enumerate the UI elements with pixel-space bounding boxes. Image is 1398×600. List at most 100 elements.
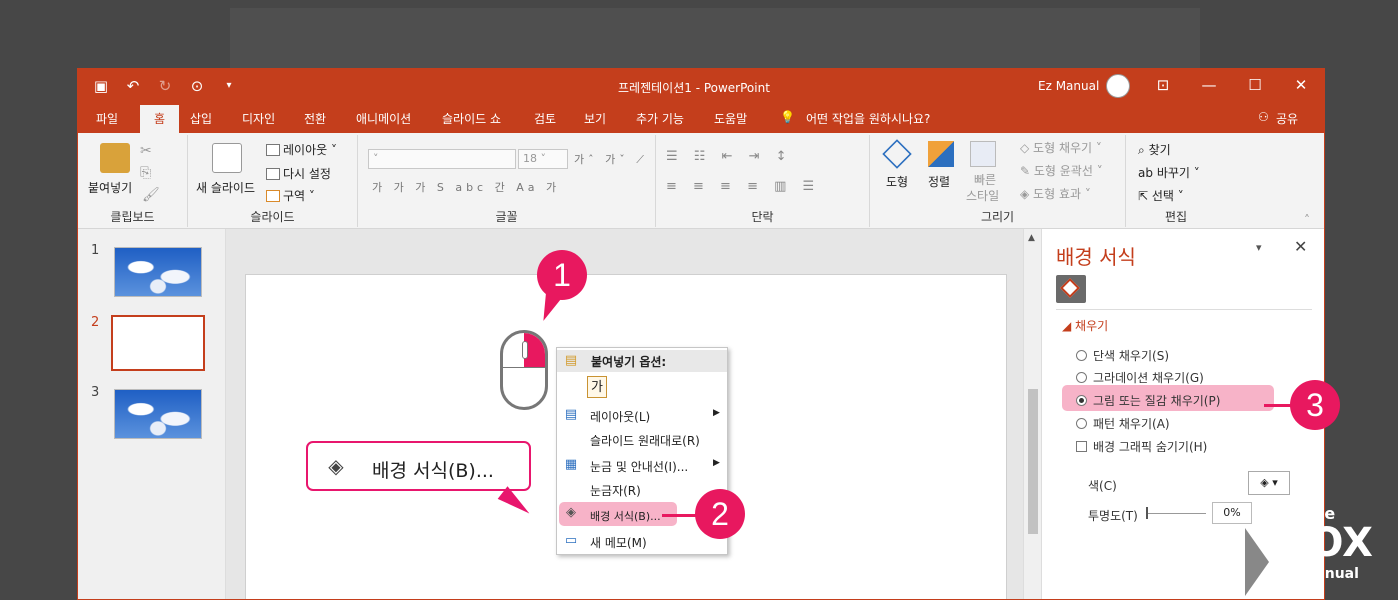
transparency-label: 투명도(T) — [1088, 509, 1138, 523]
radio-button[interactable] — [1076, 350, 1087, 361]
solid-fill-option[interactable]: 단색 채우기(S) — [1076, 347, 1169, 364]
shapes-button[interactable]: 도형 — [886, 173, 908, 190]
layout-button[interactable]: 레이아웃 ˅ — [266, 141, 337, 158]
reset-button[interactable]: 다시 설정 — [266, 165, 331, 182]
alignment-buttons[interactable]: ≡ ≡ ≡ ≡ ▥ ☰ — [666, 179, 820, 194]
radio-button-selected[interactable] — [1076, 395, 1087, 406]
checkbox[interactable] — [1076, 441, 1087, 452]
minimize-icon[interactable]: — — [1186, 69, 1232, 103]
scrollbar-thumb[interactable] — [1028, 389, 1038, 534]
arrange-icon[interactable] — [928, 141, 954, 167]
sky-image — [115, 248, 201, 296]
menu-item-format-background[interactable]: 배경 서식(B)... — [590, 508, 661, 524]
redo-icon[interactable]: ↻ — [156, 77, 174, 95]
tell-me-search[interactable]: 어떤 작업을 원하시나요? — [806, 110, 930, 127]
replace-button[interactable]: ab 바꾸기 ˅ — [1138, 164, 1200, 181]
section-button[interactable]: 구역 ˅ — [266, 187, 315, 204]
share-icon[interactable]: ⚇ — [1258, 110, 1269, 124]
customize-qat-icon[interactable]: ▾ — [220, 77, 238, 95]
font-size-combo[interactable]: 18 ˅ — [518, 149, 568, 169]
shape-fill-button[interactable]: ◇ 도형 채우기 ˅ — [1020, 139, 1102, 156]
pattern-fill-option[interactable]: 패턴 채우기(A) — [1076, 415, 1170, 432]
scroll-up-icon[interactable]: ▲ — [1028, 233, 1035, 243]
list-buttons[interactable]: ☰ ☷ ⇤ ⇥ ↕ — [666, 149, 793, 164]
slideshow-from-start-icon[interactable]: ⊙ — [188, 77, 206, 95]
select-button[interactable]: ⇱ 선택 ˅ — [1138, 187, 1184, 204]
collapse-ribbon-icon[interactable]: ˄ — [1304, 213, 1310, 227]
tab-view[interactable]: 보기 — [584, 110, 606, 127]
gradient-fill-option[interactable]: 그라데이션 채우기(G) — [1076, 369, 1204, 386]
user-name[interactable]: Ez Manual — [1038, 79, 1099, 93]
vertical-scrollbar[interactable]: ▲ — [1023, 229, 1041, 599]
pane-close-icon[interactable]: ✕ — [1294, 237, 1307, 256]
shapes-icon[interactable] — [882, 139, 912, 169]
undo-icon[interactable]: ↶ — [124, 77, 142, 95]
menu-item-reset-slide[interactable]: 슬라이드 원래대로(R) — [590, 432, 700, 449]
transparency-slider-handle[interactable] — [1146, 507, 1148, 519]
arrange-button[interactable]: 정렬 — [928, 173, 950, 190]
new-slide-icon[interactable] — [212, 143, 242, 173]
ribbon-tabs: 파일 홈 삽입 디자인 전환 애니메이션 슬라이드 쇼 검토 보기 추가 기능 … — [78, 103, 1324, 133]
tab-slideshow[interactable]: 슬라이드 쇼 — [442, 110, 501, 127]
shape-effects-button[interactable]: ◈ 도형 효과 ˅ — [1020, 185, 1091, 202]
maximize-icon[interactable]: ☐ — [1232, 69, 1278, 103]
tab-transitions[interactable]: 전환 — [304, 110, 326, 127]
close-icon[interactable]: ✕ — [1278, 69, 1324, 103]
tab-review[interactable]: 검토 — [534, 110, 556, 127]
format-background-callout: ◈ 배경 서식(B)... — [306, 441, 531, 491]
shape-outline-button[interactable]: ✎ 도형 윤곽선 ˅ — [1020, 162, 1103, 179]
menu-item-layout[interactable]: 레이아웃(L) — [590, 408, 650, 425]
new-slide-button[interactable]: 새 슬라이드 — [196, 179, 255, 196]
layout-icon: ▤ — [564, 407, 578, 422]
thumbnail-slide-2[interactable] — [111, 315, 205, 371]
shape-fill-label: 도형 채우기 — [1033, 141, 1093, 155]
pane-options-icon[interactable]: ▾ — [1256, 241, 1262, 254]
tab-insert[interactable]: 삽입 — [190, 110, 212, 127]
hide-background-graphics-option[interactable]: 배경 그래픽 숨기기(H) — [1076, 438, 1207, 455]
font-name-combo[interactable]: ˅ — [368, 149, 516, 169]
step-badge-3: 3 — [1290, 380, 1340, 430]
thumbnail-slide-1[interactable] — [114, 247, 202, 297]
tab-help[interactable]: 도움말 — [714, 110, 747, 127]
thumbnail-slide-3[interactable] — [114, 389, 202, 439]
tab-animations[interactable]: 애니메이션 — [356, 110, 411, 127]
font-format-buttons[interactable]: 가 가 가 S abc 간 Aa 가 — [372, 179, 560, 195]
radio-button[interactable] — [1076, 372, 1087, 383]
quick-styles-icon[interactable] — [970, 141, 996, 167]
share-button[interactable]: 공유 — [1276, 110, 1298, 127]
ribbon-display-options-icon[interactable]: ⊡ — [1140, 69, 1186, 103]
logo-line2: BOX — [1279, 520, 1373, 566]
editing-group-label: 편집 — [1164, 210, 1188, 224]
transparency-slider[interactable] — [1146, 513, 1206, 514]
picture-texture-fill-option[interactable]: 그림 또는 질감 채우기(P) — [1076, 392, 1220, 409]
tab-design[interactable]: 디자인 — [242, 110, 275, 127]
color-label: 색(C) — [1088, 479, 1117, 493]
avatar[interactable] — [1106, 74, 1130, 98]
color-picker-button[interactable]: ◈ ▾ — [1248, 471, 1290, 495]
pattern-fill-label: 패턴 채우기(A) — [1093, 417, 1170, 431]
menu-item-grid-guides[interactable]: 눈금 및 안내선(I)... — [590, 458, 688, 475]
paste-options-header: 붙여넣기 옵션: — [557, 350, 727, 372]
quick-styles-line2[interactable]: 스타일 — [966, 187, 999, 204]
radio-button[interactable] — [1076, 418, 1087, 429]
copy-icon[interactable]: ⎘ — [140, 165, 151, 181]
format-background-icon: ◈ — [328, 454, 344, 478]
font-size-buttons[interactable]: 가ˆ 가ˇ ⟋ — [574, 151, 648, 167]
save-icon[interactable]: ▣ — [92, 77, 110, 95]
paste-icon[interactable] — [100, 143, 130, 173]
paste-keep-text-only-button[interactable]: 가 — [587, 376, 607, 398]
menu-item-new-comment[interactable]: 새 메모(M) — [590, 534, 647, 551]
menu-item-ruler[interactable]: 눈금자(R) — [590, 482, 641, 499]
fill-paint-bucket-icon[interactable] — [1056, 275, 1086, 303]
tab-addins[interactable]: 추가 기능 — [636, 110, 684, 127]
format-painter-icon[interactable]: 🖌 — [142, 187, 160, 203]
quick-styles-line1[interactable]: 빠른 — [974, 171, 996, 188]
cut-icon[interactable]: ✂ — [140, 143, 152, 159]
tab-home[interactable]: 홈 — [140, 105, 180, 133]
find-button[interactable]: ⌕ 찾기 — [1138, 141, 1171, 158]
paste-button[interactable]: 붙여넣기 — [88, 179, 132, 196]
tab-file[interactable]: 파일 — [96, 110, 118, 127]
solid-fill-label: 단색 채우기(S) — [1093, 349, 1169, 363]
fill-section-header[interactable]: ◢ 채우기 — [1062, 317, 1108, 334]
font-group-label: 글꼴 — [495, 210, 518, 224]
